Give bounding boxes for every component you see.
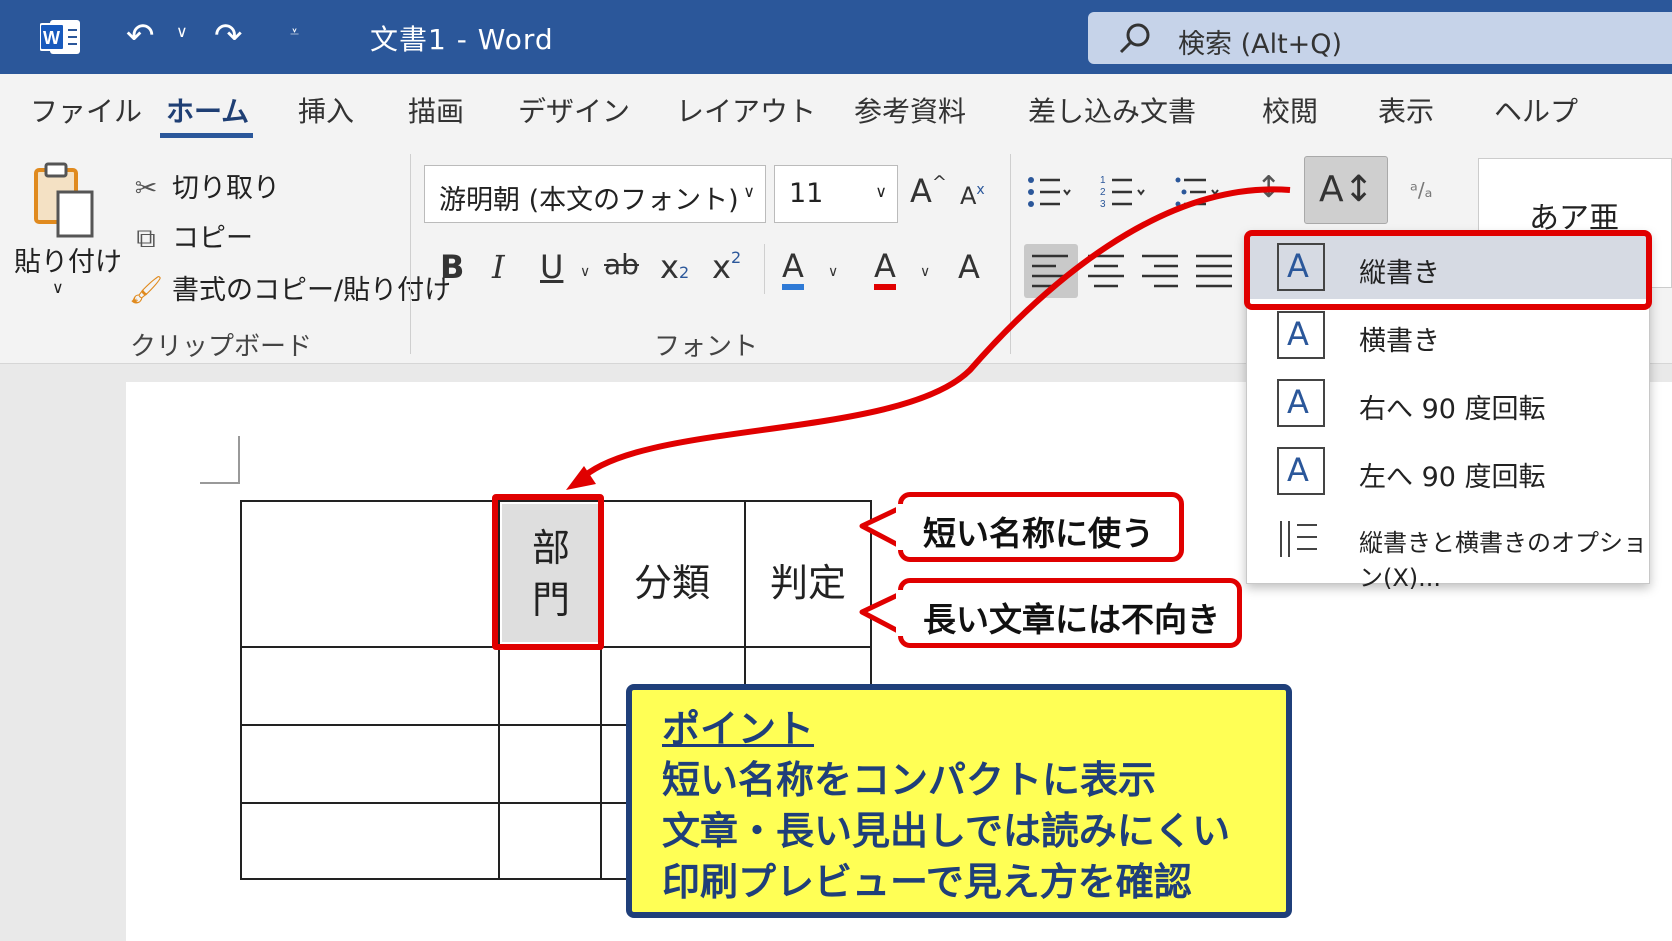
curved-arrow-menu-to-cell <box>577 186 1291 483</box>
point-line-1: 短い名称をコンパクトに表示 <box>662 758 1157 802</box>
callout-pointer-long <box>859 591 903 635</box>
callout-pointer-mask <box>896 504 906 550</box>
point-summary-box: ポイント 短い名称をコンパクトに表示 文章・長い見出しでは読みにくい 印刷プレビ… <box>626 684 1292 918</box>
callout-pointer-mask <box>896 590 906 636</box>
callout-pointer-short <box>859 505 903 549</box>
point-title: ポイント <box>662 707 815 751</box>
point-line-3: 印刷プレビューで見え方を確認 <box>662 860 1192 904</box>
point-line-2: 文章・長い見出しでは読みにくい <box>662 809 1231 853</box>
